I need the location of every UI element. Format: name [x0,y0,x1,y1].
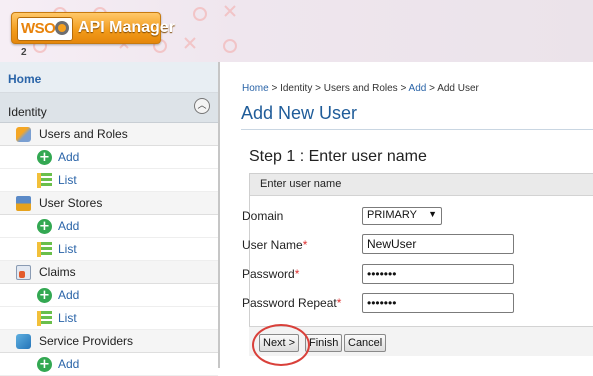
page-title: Add New User [241,103,358,123]
sidebar-item-stores-list[interactable]: List [0,238,218,261]
sidebar-section-identity[interactable]: Identity ︿ [0,93,218,123]
breadcrumb-add-user: Add User [437,83,479,94]
sidebar-item-users-and-roles[interactable]: Users and Roles [0,123,218,146]
logo-circle-icon [55,21,70,35]
password-repeat-label: Password Repeat* [242,296,341,310]
add-icon: + [37,288,52,303]
logo-brand: WSO [21,20,56,37]
domain-select[interactable]: PRIMARY ▼ [362,207,442,225]
add-icon: + [37,150,52,165]
list-icon [37,242,52,257]
sidebar-item-user-stores[interactable]: User Stores [0,192,218,215]
required-mark: * [294,267,300,281]
sidebar-item-service-providers[interactable]: Service Providers [0,330,218,353]
breadcrumb-sep: > [426,83,438,94]
password-repeat-label-text: Password Repeat [242,296,337,310]
breadcrumb-sep: > [268,83,281,94]
sidebar-item-claims[interactable]: Claims [0,261,218,284]
sidebar-item-users-add[interactable]: + Add [0,146,218,169]
username-label-text: User Name [242,238,303,252]
add-icon: + [37,219,52,234]
breadcrumb-add[interactable]: Add [409,83,427,94]
sidebar-item-label: Service Providers [39,334,134,348]
breadcrumb-users-roles: Users and Roles [323,83,398,94]
logo-sub: 2 [21,47,27,58]
panel-title: Enter user name [250,174,593,196]
list-icon [37,173,52,188]
add-icon: + [37,357,52,372]
highlight-circle [252,324,310,366]
password-label: Password* [242,267,299,281]
service-providers-icon [16,334,31,349]
chevron-down-icon: ▼ [428,209,437,219]
sidebar-item-label: Claims [39,265,76,279]
form-panel: Enter user name [249,173,593,346]
finish-button[interactable]: Finish [305,334,343,352]
product-name: API Manager [78,19,175,36]
title-divider [241,129,593,130]
sidebar: Home Identity ︿ Users and Roles + Add Li… [0,62,220,376]
breadcrumb: Home > Identity > Users and Roles > Add … [242,83,479,94]
password-label-text: Password [242,267,295,281]
main-content: Home > Identity > Users and Roles > Add … [222,62,593,368]
cancel-button[interactable]: Cancel [344,334,387,352]
sidebar-item-label: User Stores [39,196,103,210]
domain-label: Domain [242,209,284,223]
password-repeat-input[interactable]: ••••••• [362,293,514,313]
sidebar-home-label: Home [8,72,42,86]
users-roles-icon [16,127,31,142]
collapse-icon[interactable]: ︿ [194,98,210,114]
step-title: Step 1 : Enter user name [249,148,427,165]
password-input[interactable]: ••••••• [362,264,514,284]
breadcrumb-sep: > [397,83,409,94]
domain-select-value: PRIMARY [367,209,417,221]
sidebar-item-label: List [58,173,77,187]
breadcrumb-identity: Identity [280,83,313,94]
sidebar-item-users-list[interactable]: List [0,169,218,192]
sidebar-item-label: List [58,311,77,325]
sidebar-item-claims-add[interactable]: + Add [0,284,218,307]
required-mark: * [302,238,308,252]
claims-icon [16,265,31,280]
sidebar-item-claims-list[interactable]: List [0,307,218,330]
sidebar-item-label: Add [58,219,80,233]
sidebar-section-label: Identity [8,105,47,119]
user-stores-icon [16,196,31,211]
required-mark: * [336,296,342,310]
sidebar-item-label: Add [58,150,80,164]
sidebar-home[interactable]: Home [0,62,218,93]
breadcrumb-sep: > [312,83,324,94]
sidebar-item-stores-add[interactable]: + Add [0,215,218,238]
username-label: User Name* [242,238,307,252]
sidebar-item-label: Users and Roles [39,127,128,141]
sidebar-item-label: Add [58,288,80,302]
breadcrumb-home[interactable]: Home [242,83,269,94]
wso2-logo[interactable]: WSO 2 API Manager [11,12,175,58]
sidebar-item-sp-add[interactable]: + Add [0,353,218,376]
app-header: WSO 2 API Manager [0,0,593,62]
list-icon [37,311,52,326]
sidebar-item-label: List [58,242,77,256]
sidebar-item-label: Add [58,357,80,371]
username-input[interactable]: NewUser [362,234,514,254]
logo-mark: WSO 2 [17,17,73,58]
